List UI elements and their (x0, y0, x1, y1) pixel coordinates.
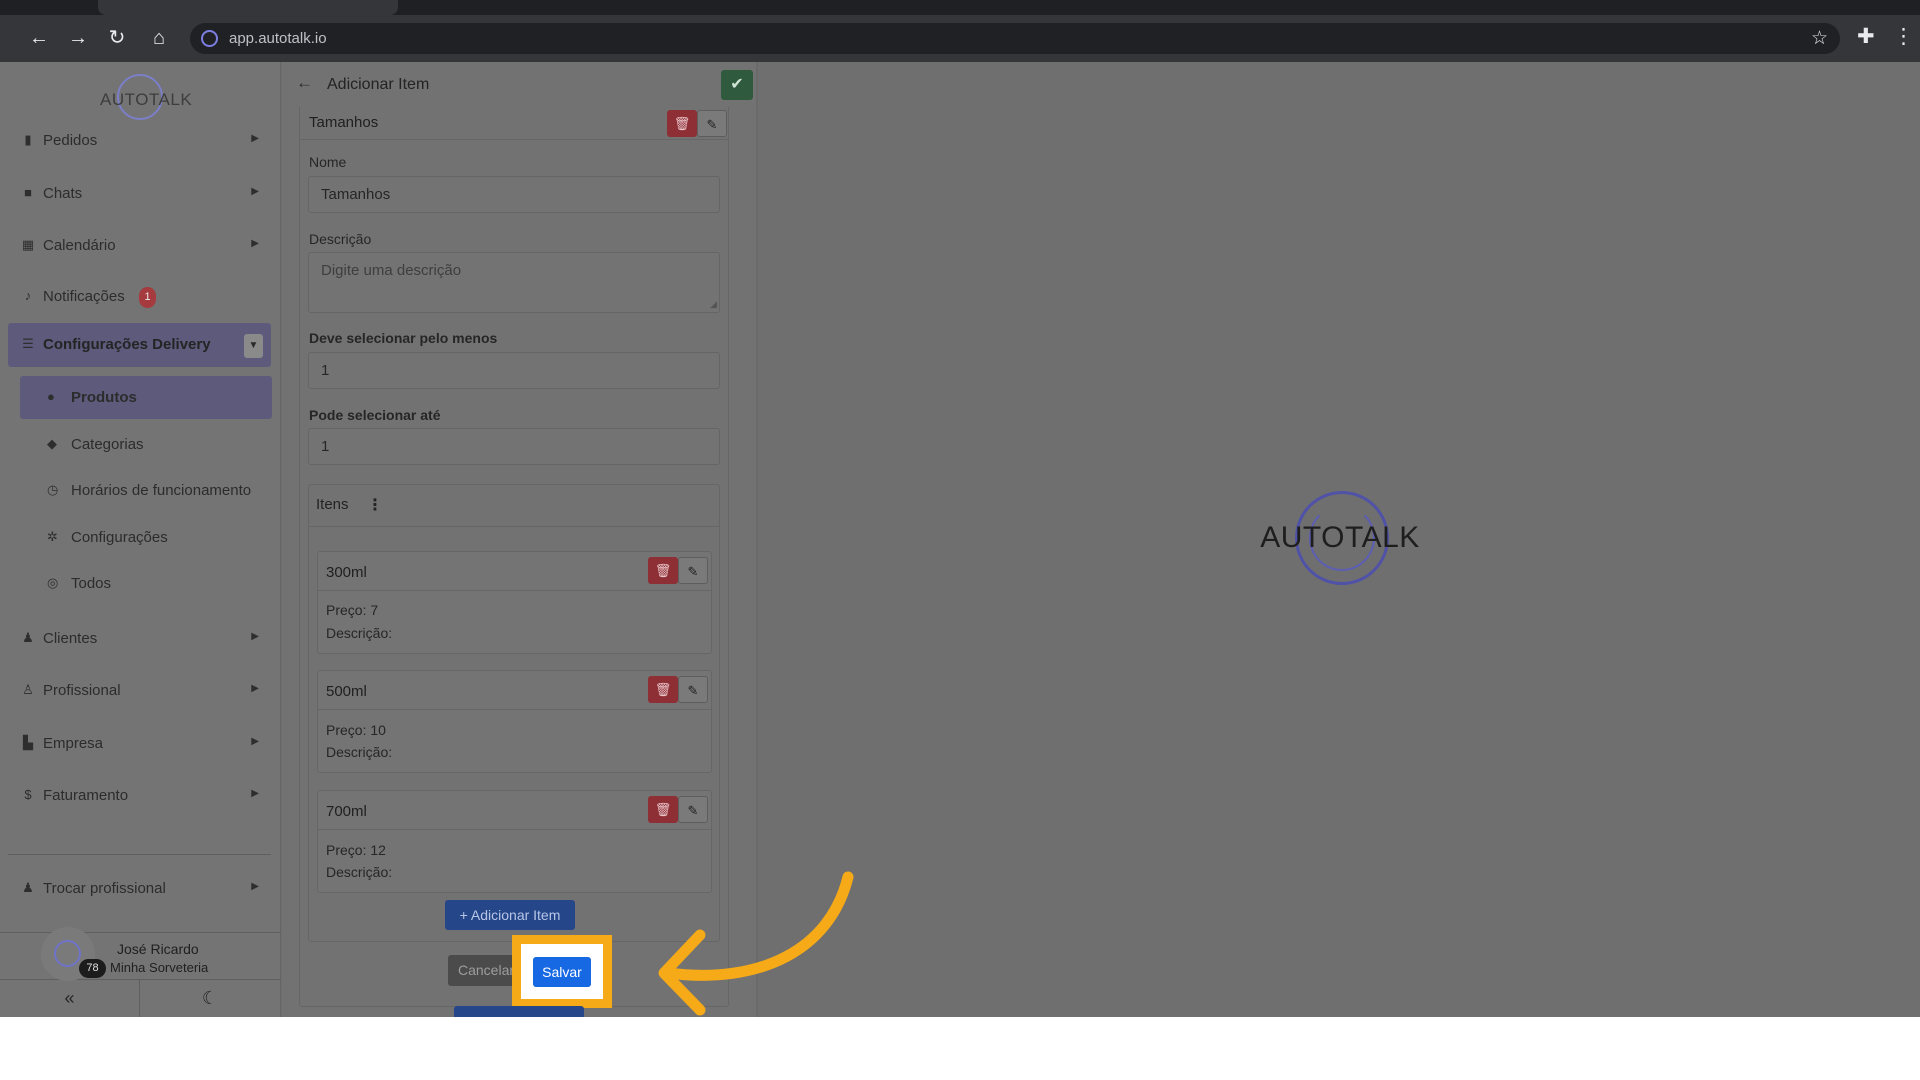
app-screen: ← → ↻ ⌂ app.autotalk.io ☆ ✚ ⋮ AUTOTALK ▮… (0, 0, 1920, 1017)
annotation-arrow-icon (658, 871, 854, 1016)
